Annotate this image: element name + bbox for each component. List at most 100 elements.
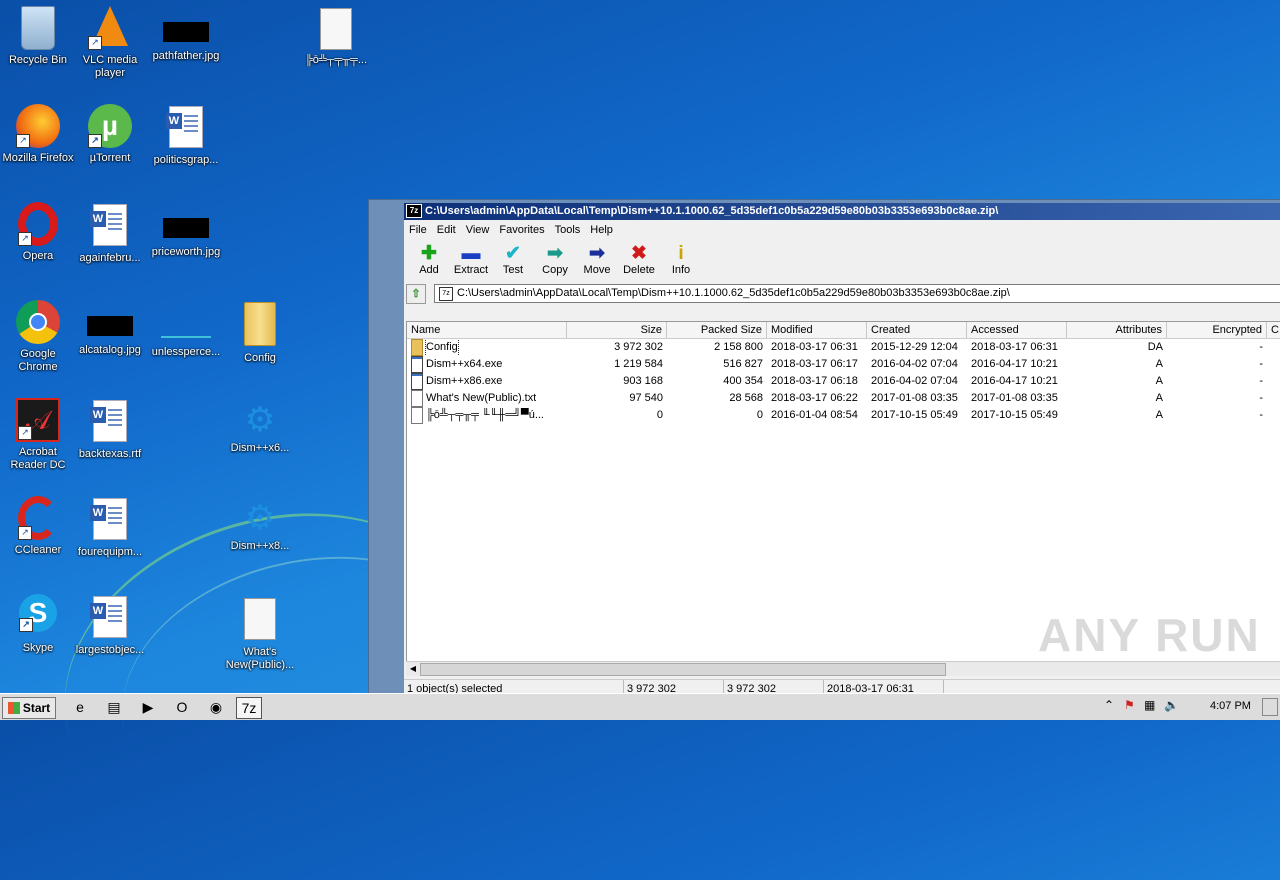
executable-icon: [411, 356, 423, 373]
cell-encrypted: -: [1259, 358, 1263, 370]
start-button[interactable]: Start: [2, 697, 56, 719]
shortcut-arrow-icon: ↗: [19, 618, 33, 632]
cell-created: 2016-04-02 07:04: [871, 358, 958, 370]
tray-network-icon[interactable]: ▦: [1144, 698, 1155, 712]
address-path[interactable]: 7z C:\Users\admin\AppData\Local\Temp\Dism…: [434, 284, 1280, 303]
table-row[interactable]: ╠ō╩┬╤╥╤ ╙╙╫═╝▀ú... 0 0 2016-01-04 08:54 2017…: [407, 407, 1280, 424]
cell-modified: 2018-03-17 06:31: [771, 341, 858, 353]
desktop-icon-dism-x86[interactable]: ⚙ Dism++x8...: [222, 496, 298, 553]
clock[interactable]: 4:07 PM: [1210, 700, 1251, 712]
media-player-icon[interactable]: ▶: [136, 697, 160, 717]
table-row[interactable]: What's New(Public).txt 97 540 28 568 2018-0…: [407, 390, 1280, 407]
file-name: ╠ō╩┬╤╥╤ ╙╙╫═╝▀ú...: [426, 409, 544, 421]
desktop-icon-pathfather[interactable]: pathfather.jpg: [148, 6, 224, 63]
desktop-icon-unknown-file[interactable]: ╠ō╩┬╤╥╤...: [298, 6, 374, 67]
table-row[interactable]: Dism++x86.exe 903 168 400 354 2018-03-17 06…: [407, 373, 1280, 390]
plus-icon: ✚: [421, 243, 437, 264]
explorer-icon[interactable]: ▤: [102, 697, 126, 717]
menu-view[interactable]: View: [461, 220, 495, 236]
column-header-size[interactable]: Size: [567, 322, 667, 338]
column-header-accessed[interactable]: Accessed: [967, 322, 1067, 338]
scrollbar-thumb[interactable]: [420, 663, 946, 676]
cell-attributes: A: [1155, 375, 1163, 387]
opera-icon: ↗: [18, 202, 58, 246]
toolbar-button-copy[interactable]: ➡ Copy: [534, 240, 576, 277]
word-document-icon: W: [90, 498, 127, 540]
toolbar-button-move[interactable]: ➡ Move: [576, 240, 618, 277]
ie-icon[interactable]: e: [68, 697, 92, 717]
desktop-icon-ccleaner[interactable]: ↗ CCleaner: [0, 496, 76, 557]
tray-volume-icon[interactable]: 🔈: [1164, 698, 1179, 712]
scroll-left-icon[interactable]: ◀: [407, 663, 419, 675]
desktop-icon-priceworth[interactable]: priceworth.jpg: [148, 202, 224, 259]
desktop-icon-politicsgrap[interactable]: W politicsgrap...: [148, 104, 224, 167]
desktop-icon-recycle-bin[interactable]: Recycle Bin: [0, 6, 76, 67]
desktop-icon-fourequipm[interactable]: W fourequipm...: [72, 496, 148, 559]
desktop-icon-config[interactable]: Config: [222, 300, 298, 365]
desktop-icon-vlc[interactable]: ↗ VLC media player: [72, 6, 148, 80]
desktop-icon-utorrent[interactable]: µ ↗ µTorrent: [72, 104, 148, 165]
anyrun-watermark: ANY RUN: [1038, 609, 1261, 661]
toolbar-button-label: Extract: [453, 264, 489, 276]
taskbar: Start e ▤ ▶ O ◉ 7z ⌃ ⚑ ▦ 🔈 4:07 PM: [0, 693, 1280, 720]
cell-encrypted: -: [1259, 375, 1263, 387]
text-document-icon: [244, 598, 276, 640]
column-header-packed-size[interactable]: Packed Size: [667, 322, 767, 338]
desktop-icon-label: Mozilla Firefox: [2, 152, 74, 164]
column-header-comment[interactable]: C: [1267, 322, 1280, 338]
desktop-icon-label: priceworth.jpg: [151, 246, 221, 258]
shortcut-arrow-icon: ↗: [88, 134, 102, 148]
menu-favorites[interactable]: Favorites: [494, 220, 549, 236]
desktop-icon-againfebru[interactable]: W againfebru...: [72, 202, 148, 265]
sevenzip-icon[interactable]: 7z: [236, 697, 262, 719]
menu-tools[interactable]: Tools: [550, 220, 586, 236]
column-header-attributes[interactable]: Attributes: [1067, 322, 1167, 338]
chrome-icon[interactable]: ◉: [204, 697, 228, 717]
menu-help[interactable]: Help: [585, 220, 618, 236]
toolbar-button-label: Test: [502, 264, 524, 276]
windows-flag-icon: [7, 702, 20, 714]
desktop-icon-opera[interactable]: ↗ Opera: [0, 202, 76, 263]
cell-size: 903 168: [623, 375, 663, 387]
toolbar-button-test[interactable]: ✔ Test: [492, 240, 534, 277]
menu-file[interactable]: File: [404, 220, 432, 236]
file-name: Config: [425, 339, 459, 356]
toolbar-button-label: Delete: [623, 264, 655, 276]
desktop-icon-acrobat[interactable]: 𝒜 ↗ Acrobat Reader DC: [0, 398, 76, 472]
show-desktop-button[interactable]: [1262, 698, 1278, 716]
toolbar-button-delete[interactable]: ✖ Delete: [618, 240, 660, 277]
desktop-icon-chrome[interactable]: Google Chrome: [0, 300, 76, 374]
desktop-icon-alcatalog[interactable]: alcatalog.jpg: [72, 300, 148, 357]
desktop-icon-unlessperce[interactable]: unlessperce...: [148, 300, 224, 359]
image-thumbnail: [161, 316, 211, 338]
table-row[interactable]: Dism++x64.exe 1 219 584 516 827 2018-03-17 …: [407, 356, 1280, 373]
desktop-icon-label: Dism++x6...: [230, 442, 290, 454]
menu-edit[interactable]: Edit: [432, 220, 461, 236]
column-header-created[interactable]: Created: [867, 322, 967, 338]
window-titlebar[interactable]: 7z C:\Users\admin\AppData\Local\Temp\Dism…: [404, 203, 1280, 220]
column-header-encrypted[interactable]: Encrypted: [1167, 322, 1267, 338]
tray-expand-icon[interactable]: ⌃: [1104, 698, 1114, 712]
up-folder-icon[interactable]: ⇧: [406, 284, 426, 304]
table-row[interactable]: Config 3 972 302 2 158 800 2018-03-17 06:31…: [407, 339, 1280, 356]
tray-security-icon[interactable]: ⚑: [1124, 698, 1135, 712]
cell-name: Dism++x64.exe: [407, 356, 567, 373]
toolbar-button-add[interactable]: ✚ Add: [408, 240, 450, 277]
desktop-icon-whats-new[interactable]: What's New(Public)...: [222, 596, 298, 672]
toolbar-button-info[interactable]: i Info: [660, 240, 702, 277]
desktop-icon-backtexas[interactable]: W backtexas.rtf: [72, 398, 148, 461]
column-header-name[interactable]: Name: [407, 322, 567, 338]
cell-modified: 2016-01-04 08:54: [771, 409, 858, 421]
desktop-icon-skype[interactable]: S ↗ Skype: [0, 594, 76, 655]
desktop-icon-label: againfebru...: [79, 252, 141, 264]
desktop-icon-label: Recycle Bin: [8, 54, 68, 66]
desktop-icon-largestobjec[interactable]: W largestobjec...: [72, 594, 148, 657]
opera-icon[interactable]: O: [170, 697, 194, 717]
desktop-icon-dism-x64[interactable]: ⚙ Dism++x6...: [222, 398, 298, 455]
column-header-modified[interactable]: Modified: [767, 322, 867, 338]
horizontal-scrollbar[interactable]: ◀: [406, 661, 1280, 676]
cell-modified: 2018-03-17 06:22: [771, 392, 858, 404]
toolbar-button-extract[interactable]: ▬ Extract: [450, 240, 492, 277]
cell-name: ╠ō╩┬╤╥╤ ╙╙╫═╝▀ú...: [407, 407, 567, 424]
desktop-icon-firefox[interactable]: ↗ Mozilla Firefox: [0, 104, 76, 165]
